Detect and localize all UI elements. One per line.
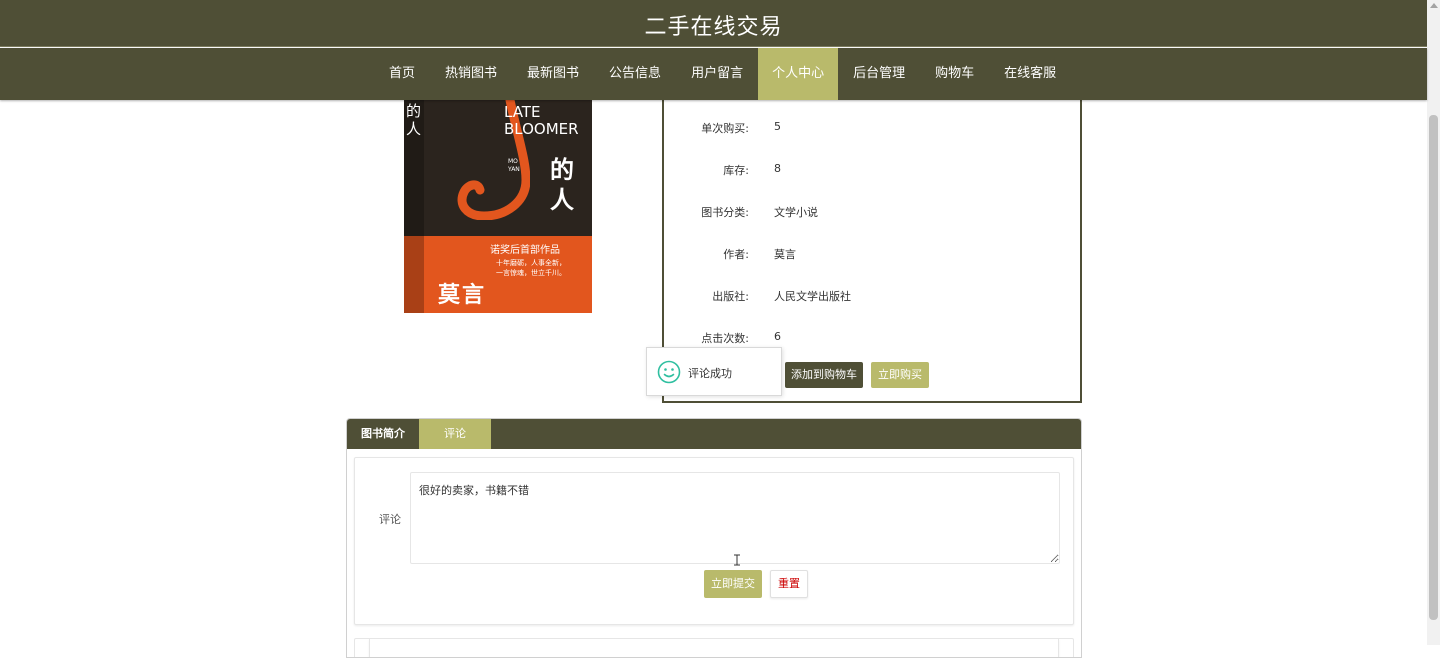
info-label: 作者: <box>723 248 749 261</box>
cover-author-name: 莫言 <box>438 282 487 308</box>
info-row-stock: 库存: 8 <box>664 162 1064 182</box>
cover-english-title: LATE BLOOMER <box>504 103 579 138</box>
info-row-publisher: 出版社: 人民文学出版社 <box>664 288 1064 308</box>
info-value: 8 <box>774 162 781 175</box>
main-navigation: 首页 热销图书 最新图书 公告信息 用户留言 个人中心 后台管理 购物车 在线客… <box>0 48 1427 100</box>
comment-list <box>354 638 1074 657</box>
book-cover-image: 的人 LATE BLOOMER MO YAN 的 人 诺奖后首部作品 十年磨砺，… <box>404 100 592 313</box>
tab-header: 图书简介 评论 <box>347 419 1081 449</box>
info-label: 单次购买: <box>701 122 749 135</box>
info-value: 人民文学出版社 <box>774 290 851 303</box>
comment-textarea[interactable]: 很好的卖家，书籍不错 <box>410 472 1060 564</box>
toast-message: 评论成功 <box>688 367 732 380</box>
info-label: 库存: <box>723 164 749 177</box>
book-tabs-panel: 图书简介 评论 评论 很好的卖家，书籍不错 立即提交 重置 <box>346 418 1082 658</box>
scrollbar-thumb[interactable] <box>1429 115 1438 620</box>
submit-comment-button[interactable]: 立即提交 <box>704 570 762 598</box>
info-row-purchase-limit: 单次购买: 5 <box>664 120 1064 140</box>
info-label: 出版社: <box>712 290 749 303</box>
info-value: 莫言 <box>774 248 796 261</box>
nav-item-customer-service[interactable]: 在线客服 <box>989 48 1071 100</box>
buy-now-button[interactable]: 立即购买 <box>871 362 929 388</box>
cover-title-char-2: 人 <box>550 185 574 214</box>
tab-comments[interactable]: 评论 <box>419 419 491 449</box>
nav-item-admin[interactable]: 后台管理 <box>838 48 920 100</box>
nav-item-personal-center[interactable]: 个人中心 <box>758 48 839 100</box>
nav-item-new-books[interactable]: 最新图书 <box>512 48 594 100</box>
nav-item-home[interactable]: 首页 <box>374 48 430 100</box>
comment-label: 评论 <box>379 513 401 526</box>
reset-button[interactable]: 重置 <box>770 570 808 598</box>
text-cursor-icon <box>734 554 740 566</box>
nav-items: 首页 热销图书 最新图书 公告信息 用户留言 个人中心 后台管理 购物车 在线客… <box>374 48 1071 100</box>
page-scrollbar[interactable] <box>1427 0 1440 645</box>
info-label: 点击次数: <box>701 332 749 345</box>
scroll-up-arrow-icon[interactable] <box>1430 3 1438 8</box>
nav-item-announcements[interactable]: 公告信息 <box>594 48 676 100</box>
site-title: 二手在线交易 <box>644 15 783 40</box>
nav-item-cart[interactable]: 购物车 <box>920 48 989 100</box>
cover-blurb: 十年磨砺，人事全新， 一言惊魂，世立千川。 <box>496 259 566 277</box>
info-row-author: 作者: 莫言 <box>664 246 1064 266</box>
comment-list-item <box>369 639 1059 657</box>
info-value: 文学小说 <box>774 206 818 219</box>
cover-side-title: 的人 <box>406 102 422 138</box>
tab-book-intro[interactable]: 图书简介 <box>347 419 419 449</box>
cover-series-text: 诺奖后首部作品 <box>490 245 560 256</box>
nav-item-messages[interactable]: 用户留言 <box>676 48 758 100</box>
info-row-category: 图书分类: 文学小说 <box>664 204 1064 224</box>
nav-item-bestsellers[interactable]: 热销图书 <box>430 48 512 100</box>
info-label: 图书分类: <box>701 206 749 219</box>
cover-english-author: MO YAN <box>508 158 520 173</box>
smile-icon <box>657 360 681 384</box>
add-to-cart-button[interactable]: 添加到购物车 <box>785 362 863 388</box>
site-header: 二手在线交易 <box>0 0 1427 47</box>
info-value: 6 <box>774 330 781 343</box>
info-value: 5 <box>774 120 781 133</box>
success-toast: 评论成功 <box>646 347 782 396</box>
comment-form: 评论 很好的卖家，书籍不错 立即提交 重置 <box>354 457 1074 625</box>
